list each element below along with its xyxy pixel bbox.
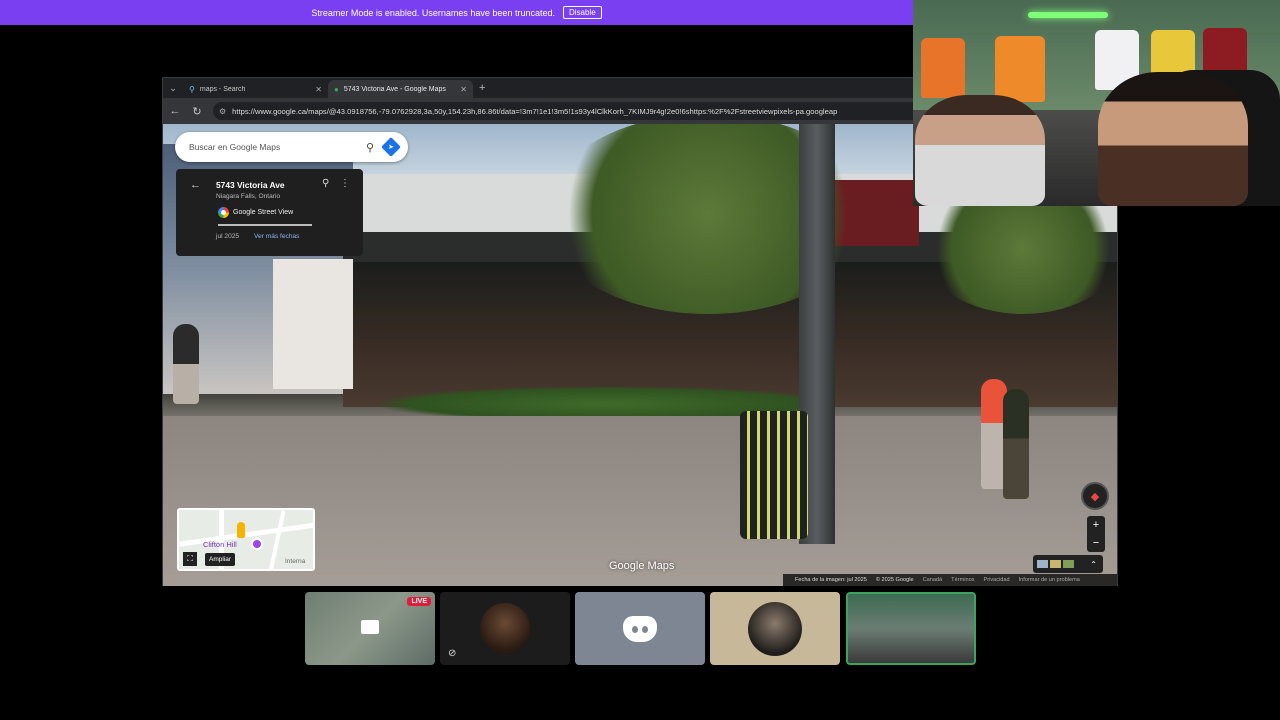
copyright: © 2025 Google bbox=[875, 577, 914, 583]
search-input[interactable]: Buscar en Google Maps bbox=[189, 142, 356, 152]
jersey bbox=[921, 38, 965, 98]
more-dates-link[interactable]: Ver más fechas bbox=[254, 233, 299, 240]
back-arrow-icon[interactable]: ← bbox=[169, 105, 181, 117]
search-favicon-icon: ⚲ bbox=[189, 84, 195, 94]
tab-title: maps - Search bbox=[199, 85, 246, 93]
source-label: Google Street View bbox=[233, 209, 294, 216]
url-text: https://www.google.ca/maps/@43.0918756,-… bbox=[232, 106, 838, 116]
close-tab-icon[interactable]: ✕ bbox=[315, 85, 322, 94]
participant-tile[interactable] bbox=[710, 592, 840, 665]
report-problem-link[interactable]: Informar de un problema bbox=[1019, 577, 1080, 583]
tab-google-maps[interactable]: ● 5743 Victoria Ave - Google Maps ✕ bbox=[328, 80, 473, 98]
country-link[interactable]: Canadá bbox=[923, 577, 943, 583]
minimap-label: Clifton Hill bbox=[203, 540, 237, 549]
zoom-in-button[interactable]: + bbox=[1093, 519, 1099, 531]
disable-streamer-mode-button[interactable]: Disable bbox=[562, 6, 602, 19]
avatar bbox=[748, 602, 802, 656]
pedestrian bbox=[1003, 389, 1029, 499]
chevron-up-icon[interactable]: ⌃ bbox=[1090, 560, 1097, 569]
streamer-mode-banner: Streamer Mode is enabled. Usernames have… bbox=[0, 0, 913, 25]
layer-thumbnail[interactable] bbox=[1063, 560, 1074, 568]
capture-date: jul 2025 bbox=[216, 233, 240, 240]
camera-tile-speaking[interactable] bbox=[846, 592, 976, 665]
minimap-label: Interna bbox=[285, 558, 306, 565]
live-badge: LIVE bbox=[407, 597, 431, 606]
led-strip bbox=[1028, 12, 1108, 18]
tab-title: 5743 Victoria Ave - Google Maps bbox=[343, 85, 446, 93]
place-marker-icon bbox=[251, 538, 263, 550]
participant-tile[interactable]: ⊘ bbox=[440, 592, 570, 665]
participant-tile[interactable] bbox=[575, 592, 705, 665]
pedestrian bbox=[173, 324, 199, 404]
expand-tooltip: Ampliar bbox=[205, 553, 236, 566]
discord-logo-icon bbox=[623, 615, 657, 642]
minimap-road bbox=[268, 510, 286, 569]
pegman-icon[interactable] bbox=[237, 522, 245, 538]
deafened-icon: ⊘ bbox=[448, 648, 457, 659]
divider bbox=[218, 224, 312, 226]
search-icon[interactable]: ⚲ bbox=[366, 141, 374, 154]
shop-front bbox=[273, 259, 353, 389]
directions-icon[interactable]: ➤ bbox=[381, 137, 401, 157]
layer-thumbnail[interactable] bbox=[1037, 560, 1048, 568]
tab-search-chevron-icon[interactable]: ⌄ bbox=[163, 83, 183, 94]
maps-search-box[interactable]: Buscar en Google Maps ⚲ ➤ bbox=[175, 132, 408, 162]
privacy-link[interactable]: Privacidad bbox=[983, 577, 1009, 583]
location-pin-icon[interactable]: ⚲ bbox=[322, 178, 329, 189]
reload-icon[interactable]: ↻ bbox=[191, 105, 203, 118]
webcam-feed bbox=[913, 0, 1280, 206]
person bbox=[915, 95, 1045, 206]
expand-icon[interactable]: ⛶ bbox=[183, 552, 197, 566]
maps-favicon-icon: ● bbox=[334, 84, 339, 94]
screen-share-icon bbox=[361, 620, 379, 634]
site-info-icon[interactable]: ⚙ bbox=[219, 107, 226, 116]
jersey bbox=[995, 36, 1045, 102]
minimap[interactable]: Clifton Hill Interna ⛶ Ampliar bbox=[177, 508, 315, 571]
avatar bbox=[480, 603, 530, 653]
maps-footer: Fecha de la imagen: jul 2025 © 2025 Goog… bbox=[783, 574, 1117, 586]
layer-thumbnail[interactable] bbox=[1050, 560, 1061, 568]
terms-link[interactable]: Términos bbox=[951, 577, 974, 583]
screen-share-tile[interactable]: LIVE bbox=[305, 592, 435, 665]
minimap-road bbox=[179, 522, 313, 547]
zoom-out-button[interactable]: − bbox=[1093, 537, 1099, 549]
new-tab-icon[interactable]: + bbox=[479, 82, 485, 94]
more-options-icon[interactable]: ⋮ bbox=[340, 178, 350, 189]
layers-control[interactable]: ⌃ bbox=[1033, 555, 1103, 573]
close-tab-icon[interactable]: ✕ bbox=[460, 85, 467, 94]
image-date: Fecha de la imagen: jul 2025 bbox=[795, 577, 867, 583]
place-city: Niagara Falls, Ontario bbox=[216, 193, 281, 200]
street-view-source: Google Street View bbox=[218, 207, 293, 218]
place-address: 5743 Victoria Ave bbox=[216, 180, 285, 190]
zoom-control: + − bbox=[1087, 516, 1105, 552]
banner-message: Streamer Mode is enabled. Usernames have… bbox=[311, 7, 555, 18]
google-maps-logo: Google Maps bbox=[609, 560, 675, 572]
place-info-card: ← 5743 Victoria Ave Niagara Falls, Ontar… bbox=[176, 169, 363, 256]
tab-maps-search[interactable]: ⚲ maps - Search ✕ bbox=[183, 80, 328, 98]
back-arrow-icon[interactable]: ← bbox=[190, 179, 201, 191]
trash-bin bbox=[740, 411, 808, 539]
compass-icon[interactable]: ◆ bbox=[1081, 482, 1109, 510]
person bbox=[1098, 72, 1248, 206]
google-logo-icon bbox=[218, 207, 229, 218]
